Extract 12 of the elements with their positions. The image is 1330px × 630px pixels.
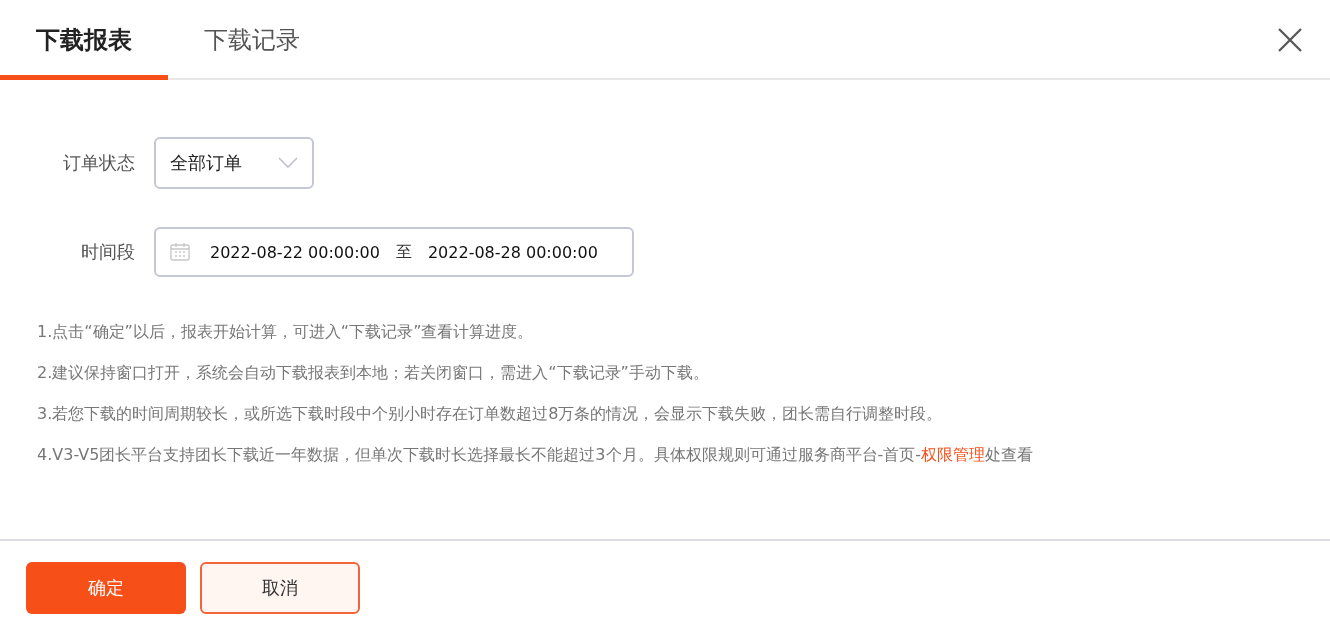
cancel-button[interactable]: 取消	[200, 562, 360, 614]
permission-link[interactable]: 权限管理	[921, 445, 986, 464]
field-label: 订单状态	[62, 151, 136, 175]
date-range-field[interactable]: 2022-08-22 00:00:00 至 2022-08-28 00:00:00	[154, 227, 634, 277]
instruction-text: 4.V3-V5团长平台支持团长下载近一年数据，但单次下载时长选择最长不能超过3个月。具体权限规则可通过服务商平台-首页-权限管理处查看	[37, 444, 1035, 466]
instruction-text: 2.建议保持窗口打开，系统会自动下载报表到本地；若关闭窗口，需进入“下载记录”手动下载。	[37, 362, 710, 384]
instruction-text: 3.若您下载的时间周期较长，或所选下载时段中个别小时存在订单数超过8万条的情况，会显示下载失败，团长需自行调整时段。	[37, 403, 944, 425]
field-label: 时间段	[80, 240, 136, 264]
status-select[interactable]: 全部订单	[154, 137, 314, 189]
tab[interactable]: 下载报表	[0, 0, 168, 80]
tab[interactable]: 下载记录	[168, 0, 336, 80]
instruction-text: 1.点击“确定”以后，报表开始计算，可进入“下载记录”查看计算进度。	[37, 321, 535, 343]
